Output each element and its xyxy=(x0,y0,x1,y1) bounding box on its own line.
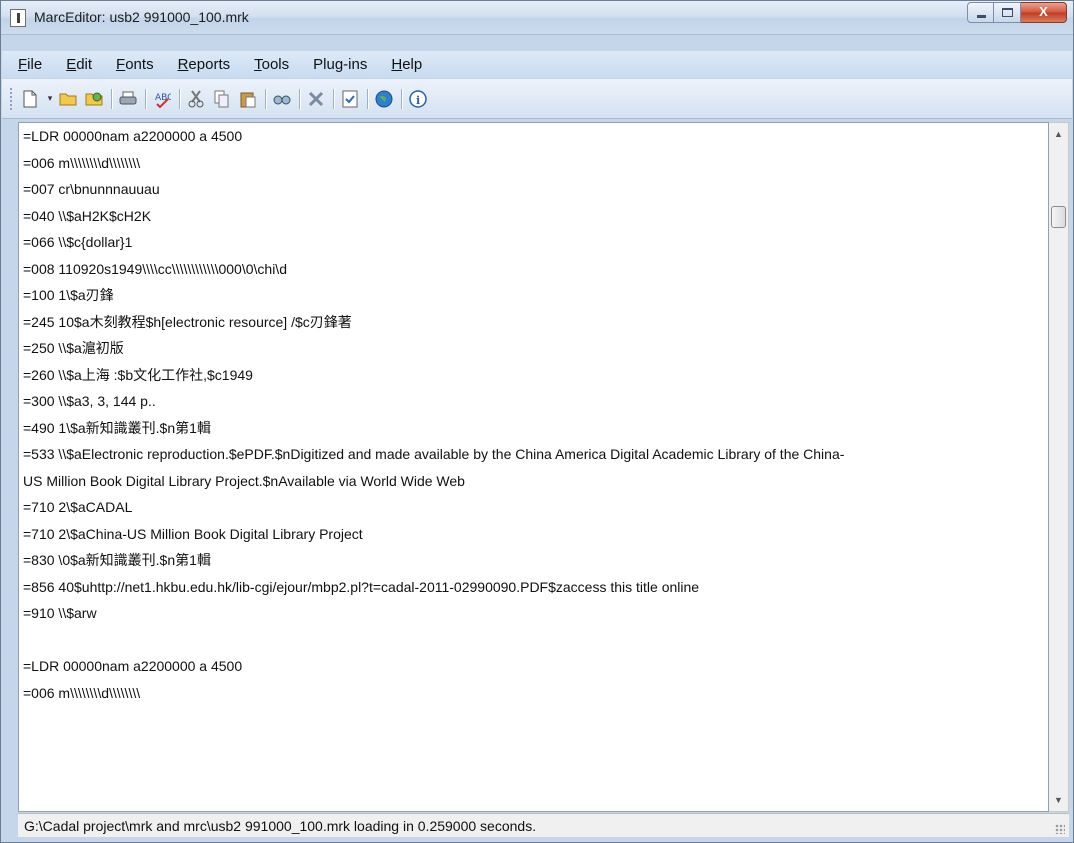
toolbar-separator xyxy=(401,88,402,109)
menu-reports[interactable]: Reports xyxy=(170,56,239,73)
editor-line[interactable]: =066 \\$c{dollar}1 xyxy=(19,229,1048,256)
open-recent-icon[interactable] xyxy=(83,88,105,110)
toolbar-grip[interactable] xyxy=(10,87,13,110)
menu-plugins[interactable]: Plug-ins xyxy=(305,56,375,73)
title-bar[interactable]: MarcEditor: usb2 991000_100.mrk X xyxy=(1,1,1073,35)
editor-line[interactable]: =008 110920s1949\\\\cc\\\\\\\\\\\\000\0\… xyxy=(19,256,1048,283)
window-controls: X xyxy=(967,2,1067,23)
copy-icon[interactable] xyxy=(211,88,233,110)
editor-line[interactable]: =710 2\$aCADAL xyxy=(19,494,1048,521)
scroll-up-arrow-icon[interactable]: ▲ xyxy=(1049,125,1068,143)
editor-line[interactable]: =006 m\\\\\\\\d\\\\\\\\ xyxy=(19,150,1048,177)
editor-line[interactable]: =007 cr\bnunnnauuau xyxy=(19,176,1048,203)
print-icon[interactable] xyxy=(117,88,139,110)
maximize-icon xyxy=(1002,8,1013,17)
editor-line[interactable]: =830 \0$a新知識叢刊.$n第1輯 xyxy=(19,547,1048,574)
menu-bar: File Edit Fonts Reports Tools Plug-ins H… xyxy=(2,51,1072,78)
window-title: MarcEditor: usb2 991000_100.mrk xyxy=(34,9,249,25)
close-icon: X xyxy=(1039,4,1048,19)
marc-text-editor[interactable]: =LDR 00000nam a2200000 a 4500 =006 m\\\\\… xyxy=(18,122,1049,812)
menu-fonts[interactable]: Fonts xyxy=(108,56,162,73)
toolbar-separator xyxy=(111,88,112,109)
vertical-scrollbar[interactable]: ▲ ▼ xyxy=(1049,122,1069,812)
dropdown-arrow-icon[interactable]: ▾ xyxy=(45,88,55,110)
menu-tools[interactable]: Tools xyxy=(246,56,297,73)
new-document-icon[interactable] xyxy=(19,88,41,110)
editor-lines: =LDR 00000nam a2200000 a 4500 =006 m\\\\\… xyxy=(19,123,1048,706)
editor-line[interactable] xyxy=(19,627,1048,654)
editor-line[interactable]: =300 \\$a3, 3, 144 p.. xyxy=(19,388,1048,415)
info-icon[interactable]: i xyxy=(407,88,429,110)
open-folder-icon[interactable] xyxy=(57,88,79,110)
close-button[interactable]: X xyxy=(1021,2,1067,23)
editor-line[interactable]: =100 1\$a刃鋒 xyxy=(19,282,1048,309)
toolbar-separator xyxy=(299,88,300,109)
validate-icon[interactable] xyxy=(339,88,361,110)
find-replace-icon[interactable] xyxy=(271,88,293,110)
toolbar-separator xyxy=(265,88,266,109)
delete-icon[interactable] xyxy=(305,88,327,110)
editor-line[interactable]: =006 m\\\\\\\\d\\\\\\\\ xyxy=(19,680,1048,707)
web-globe-icon[interactable] xyxy=(373,88,395,110)
editor-line[interactable]: US Million Book Digital Library Project.… xyxy=(19,468,1048,495)
editor-line[interactable]: =856 40$uhttp://net1.hkbu.edu.hk/lib-cgi… xyxy=(19,574,1048,601)
toolbar: ▾ ABC i xyxy=(2,79,1072,119)
editor-line[interactable]: =710 2\$aChina-US Million Book Digital L… xyxy=(19,521,1048,548)
editor-line[interactable]: =260 \\$a上海 :$b文化工作社,$c1949 xyxy=(19,362,1048,389)
toolbar-separator xyxy=(367,88,368,109)
menu-help[interactable]: Help xyxy=(383,56,430,73)
editor-line[interactable]: =910 \\$arw xyxy=(19,600,1048,627)
editor-line[interactable]: =490 1\$a新知識叢刊.$n第1輯 xyxy=(19,415,1048,442)
editor-line[interactable]: =LDR 00000nam a2200000 a 4500 xyxy=(19,653,1048,680)
status-bar: G:\Cadal project\mrk and mrc\usb2 991000… xyxy=(18,813,1069,837)
cut-icon[interactable] xyxy=(185,88,207,110)
marceditor-window: MarcEditor: usb2 991000_100.mrk X File E… xyxy=(0,0,1074,843)
editor-line[interactable]: =250 \\$a滬初版 xyxy=(19,335,1048,362)
editor-line[interactable]: =040 \\$aH2K$cH2K xyxy=(19,203,1048,230)
toolbar-separator xyxy=(333,88,334,109)
editor-line[interactable]: =245 10$a木刻教程$h[electronic resource] /$c… xyxy=(19,309,1048,336)
scroll-thumb[interactable] xyxy=(1051,205,1066,228)
minimize-icon xyxy=(977,15,986,18)
editor-line[interactable]: =LDR 00000nam a2200000 a 4500 xyxy=(19,123,1048,150)
resize-grip-icon[interactable] xyxy=(1055,824,1065,834)
app-icon xyxy=(10,9,26,27)
paste-icon[interactable] xyxy=(237,88,259,110)
toolbar-separator xyxy=(145,88,146,109)
menu-file[interactable]: File xyxy=(10,56,50,73)
svg-text:i: i xyxy=(416,94,420,107)
status-text: G:\Cadal project\mrk and mrc\usb2 991000… xyxy=(24,818,537,834)
spellcheck-icon[interactable]: ABC xyxy=(151,88,173,110)
scroll-down-arrow-icon[interactable]: ▼ xyxy=(1049,791,1068,809)
editor-line[interactable]: =533 \\$aElectronic reproduction.$ePDF.$… xyxy=(19,441,1048,468)
svg-text:ABC: ABC xyxy=(155,93,171,103)
menu-edit[interactable]: Edit xyxy=(58,56,100,73)
maximize-button[interactable] xyxy=(994,2,1021,23)
toolbar-separator xyxy=(179,88,180,109)
minimize-button[interactable] xyxy=(967,2,994,23)
